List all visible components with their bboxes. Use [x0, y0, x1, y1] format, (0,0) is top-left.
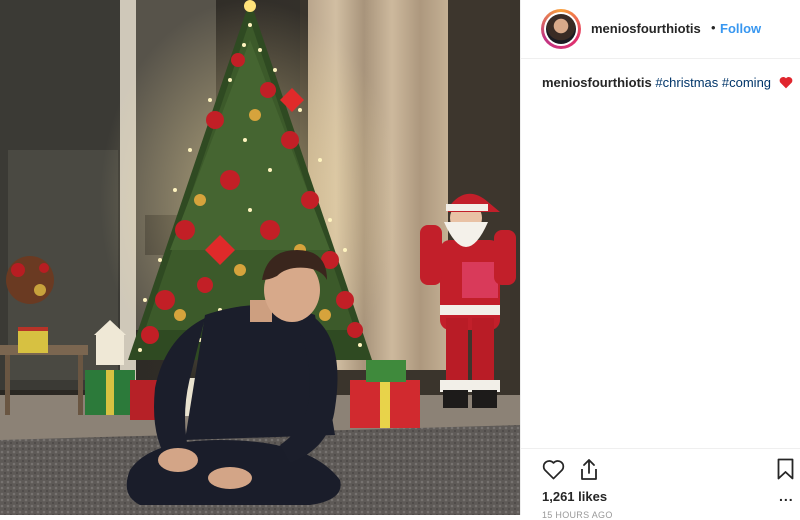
heart-outline-icon[interactable]	[542, 459, 565, 485]
header-username[interactable]: meniosfourthiotis	[591, 21, 701, 36]
post-caption: meniosfourthiotis #christmas #coming	[542, 75, 792, 93]
red-heart-emoji-icon	[779, 76, 793, 93]
hashtag-christmas[interactable]: #christmas	[655, 75, 718, 90]
hashtag-coming[interactable]: #coming	[722, 75, 771, 90]
post-side-panel: meniosfourthiotis • Follow meniosfourthi…	[520, 0, 800, 520]
share-upload-icon[interactable]	[578, 458, 600, 486]
post-actions-bar	[521, 448, 800, 491]
bookmark-icon[interactable]	[777, 458, 794, 485]
post-header: meniosfourthiotis • Follow	[521, 0, 800, 59]
likes-count[interactable]: 1,261 likes	[542, 489, 607, 504]
post-timestamp: 15 HOURS AGO	[542, 510, 613, 520]
follow-button[interactable]: Follow	[720, 21, 761, 36]
avatar[interactable]	[541, 9, 581, 49]
header-separator: •	[711, 20, 716, 35]
more-options-button[interactable]: ...	[779, 488, 794, 504]
avatar-image	[546, 14, 576, 44]
instagram-post: meniosfourthiotis • Follow meniosfourthi…	[0, 0, 800, 520]
christmas-photo-illustration	[0, 0, 520, 515]
caption-username[interactable]: meniosfourthiotis	[542, 75, 652, 90]
post-photo[interactable]	[0, 0, 520, 515]
avatar-frame	[544, 12, 578, 46]
